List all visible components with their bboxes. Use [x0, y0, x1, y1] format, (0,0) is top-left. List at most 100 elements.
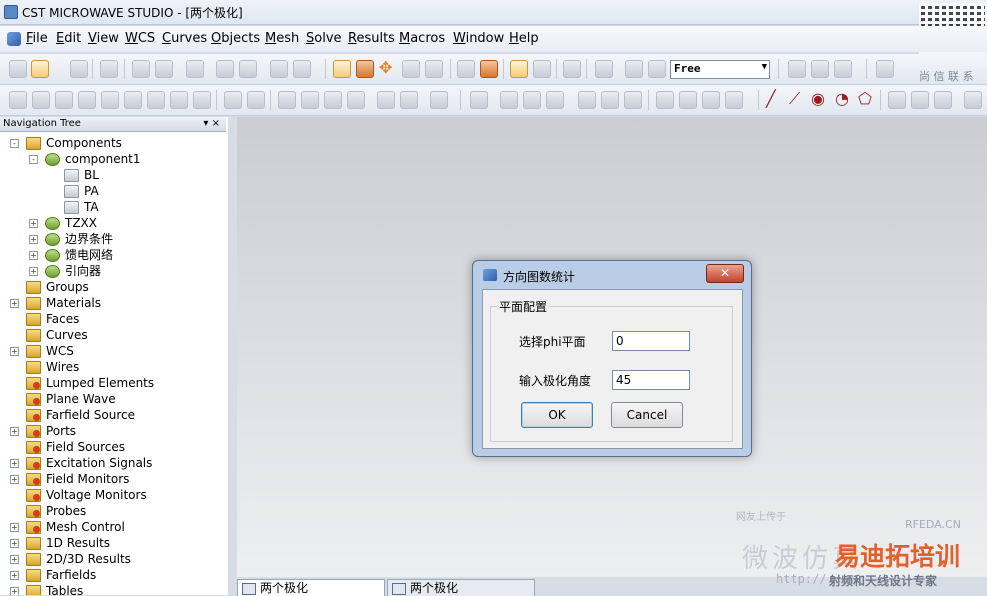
- copy-icon[interactable]: [270, 60, 288, 78]
- document-menu-icon[interactable]: [7, 32, 21, 46]
- zoom-area-icon[interactable]: [425, 60, 443, 78]
- cone-icon[interactable]: [78, 91, 96, 109]
- tree-item[interactable]: Curves: [0, 327, 226, 343]
- tree-item[interactable]: + Mesh Control: [0, 519, 226, 535]
- material-icon[interactable]: [480, 60, 498, 78]
- shell-icon[interactable]: [278, 91, 296, 109]
- pick-edge-icon[interactable]: [377, 91, 395, 109]
- chamfer-icon[interactable]: [247, 91, 265, 109]
- redo-icon[interactable]: [239, 60, 257, 78]
- save-icon[interactable]: [70, 60, 88, 78]
- polarization-angle-input[interactable]: [612, 370, 690, 390]
- expand-icon[interactable]: +: [10, 299, 19, 308]
- blend-icon[interactable]: [224, 91, 242, 109]
- torus-icon[interactable]: [101, 91, 119, 109]
- boundary-icon[interactable]: [601, 91, 619, 109]
- boolean-subtract-icon[interactable]: [811, 60, 829, 78]
- menu-mesh[interactable]: Mesh: [265, 31, 299, 46]
- align-icon[interactable]: [301, 91, 319, 109]
- expand-icon[interactable]: +: [29, 219, 38, 228]
- boolean-add-icon[interactable]: [788, 60, 806, 78]
- tree-item[interactable]: PA: [0, 183, 226, 199]
- mirror-icon[interactable]: [648, 60, 666, 78]
- frequency-icon[interactable]: [656, 91, 674, 109]
- navigation-tree-controls[interactable]: ▾ ×: [203, 117, 220, 131]
- line-icon[interactable]: ╱: [766, 90, 776, 108]
- boolean-intersect-icon[interactable]: [834, 60, 852, 78]
- print-icon[interactable]: [100, 60, 118, 78]
- cancel-icon[interactable]: [964, 91, 982, 109]
- phi-plane-input[interactable]: [612, 331, 690, 351]
- menu-curves[interactable]: Curves: [162, 31, 207, 46]
- tree-item[interactable]: Lumped Elements: [0, 375, 226, 391]
- tree-item[interactable]: Probes: [0, 503, 226, 519]
- menu-objects[interactable]: Objects: [211, 31, 260, 46]
- tree-item[interactable]: + Excitation Signals: [0, 455, 226, 471]
- expand-icon[interactable]: +: [10, 427, 19, 436]
- ok-button[interactable]: OK: [521, 402, 593, 428]
- tree-item[interactable]: Field Sources: [0, 439, 226, 455]
- tree-item[interactable]: + 边界条件: [0, 231, 226, 247]
- tree-item[interactable]: + Farfields: [0, 567, 226, 583]
- solver-icon[interactable]: [679, 91, 697, 109]
- cylinder-icon[interactable]: [55, 91, 73, 109]
- tree-item[interactable]: BL: [0, 167, 226, 183]
- probe-icon[interactable]: [546, 91, 564, 109]
- menu-wcs[interactable]: WCS: [125, 31, 155, 46]
- paste-icon[interactable]: [293, 60, 311, 78]
- open-folder-icon[interactable]: [31, 60, 49, 78]
- menu-view[interactable]: View: [88, 31, 119, 46]
- tree-item[interactable]: + 引向器: [0, 263, 226, 279]
- tree-item[interactable]: Groups: [0, 279, 226, 295]
- local-wcs-icon[interactable]: [324, 91, 342, 109]
- expand-icon[interactable]: +: [10, 587, 19, 595]
- lumped-icon[interactable]: [523, 91, 541, 109]
- grid-icon[interactable]: [533, 60, 551, 78]
- tree-item[interactable]: +2D/3D Results: [0, 551, 226, 567]
- menu-help[interactable]: Help: [509, 31, 539, 46]
- transform-icon[interactable]: [625, 60, 643, 78]
- tree-item[interactable]: + 馈电网络: [0, 247, 226, 263]
- collapse-icon[interactable]: -: [29, 155, 38, 164]
- menu-solve[interactable]: Solve: [306, 31, 342, 46]
- cancel-button[interactable]: Cancel: [611, 402, 683, 428]
- mode-select[interactable]: Free ▼: [670, 60, 770, 79]
- sphere-icon[interactable]: [32, 91, 50, 109]
- expand-icon[interactable]: +: [29, 251, 38, 260]
- brick-icon[interactable]: [9, 91, 27, 109]
- expand-icon[interactable]: +: [10, 571, 19, 580]
- mesh-view-icon[interactable]: [470, 91, 488, 109]
- info-icon[interactable]: [132, 60, 150, 78]
- pan-icon[interactable]: ✥: [379, 59, 392, 77]
- menu-window[interactable]: Window: [453, 31, 504, 46]
- pick-point-icon[interactable]: [347, 91, 365, 109]
- menu-macros[interactable]: Macros: [399, 31, 445, 46]
- delete-curve-icon[interactable]: [911, 91, 929, 109]
- tab-document-2[interactable]: 两个极化: [387, 579, 535, 596]
- loft-icon[interactable]: [193, 91, 211, 109]
- expand-icon[interactable]: +: [10, 523, 19, 532]
- pick-face-icon[interactable]: [400, 91, 418, 109]
- arc-icon[interactable]: ◔: [835, 90, 849, 108]
- circle-icon[interactable]: ◉: [811, 90, 825, 108]
- tree-item[interactable]: + Materials: [0, 295, 226, 311]
- tree-item[interactable]: - component1: [0, 151, 226, 167]
- expand-icon[interactable]: +: [10, 555, 19, 564]
- new-file-icon[interactable]: [9, 60, 27, 78]
- extrude-icon[interactable]: [147, 91, 165, 109]
- tree-item[interactable]: Faces: [0, 311, 226, 327]
- start-icon[interactable]: [702, 91, 720, 109]
- tree-item[interactable]: +1D Results: [0, 535, 226, 551]
- menu-edit[interactable]: Edit: [56, 31, 81, 46]
- menu-results[interactable]: Results: [348, 31, 395, 46]
- expand-icon[interactable]: +: [10, 347, 19, 356]
- collapse-icon[interactable]: -: [10, 139, 19, 148]
- rotate-view-icon[interactable]: [333, 60, 351, 78]
- tree-item[interactable]: TA: [0, 199, 226, 215]
- postprocess-icon[interactable]: [725, 91, 743, 109]
- expand-icon[interactable]: +: [10, 459, 19, 468]
- zoom-icon[interactable]: [402, 60, 420, 78]
- splitter[interactable]: [228, 117, 237, 595]
- polyline-icon[interactable]: ⟋: [789, 90, 800, 108]
- tree-item[interactable]: + WCS: [0, 343, 226, 359]
